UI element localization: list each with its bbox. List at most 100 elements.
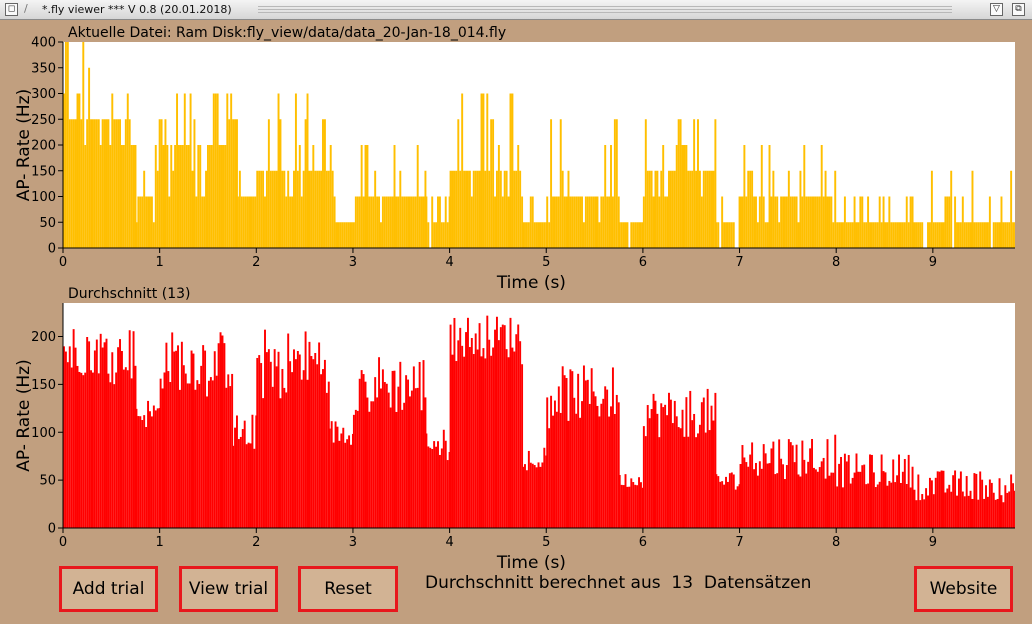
bar (843, 453, 846, 528)
bar (380, 222, 382, 248)
bar (517, 324, 520, 528)
bar (414, 196, 417, 248)
bar (809, 196, 812, 248)
bar (801, 440, 804, 528)
bar (702, 397, 705, 528)
bar (335, 222, 338, 248)
bar (965, 222, 968, 248)
bar (119, 119, 121, 248)
bar (358, 196, 361, 248)
bar (132, 145, 135, 248)
bar (863, 464, 866, 528)
bar (425, 196, 428, 248)
bar (524, 222, 526, 248)
bar (957, 478, 960, 528)
bar (229, 386, 232, 528)
bar (811, 438, 814, 528)
add-trial-button[interactable]: Add trial (59, 566, 158, 612)
bar (638, 222, 640, 248)
bar (776, 196, 779, 248)
bar (323, 359, 326, 528)
bar (865, 222, 868, 248)
bar (271, 386, 274, 528)
bar (652, 393, 655, 528)
x-tick-label: 6 (639, 535, 647, 550)
bar (559, 119, 562, 248)
bar (468, 170, 471, 248)
bar (721, 196, 724, 248)
bar (586, 196, 589, 248)
bar (567, 170, 570, 248)
bar (981, 222, 984, 248)
bar (613, 413, 616, 528)
bar (795, 196, 798, 248)
bar (225, 387, 228, 528)
bar (171, 332, 174, 528)
bar (327, 170, 330, 248)
bar (697, 433, 699, 528)
top-chart-title: Aktuelle Datei: Ram Disk:fly_view/data/d… (68, 25, 506, 41)
bar (435, 222, 438, 248)
bar (356, 196, 359, 248)
bar (706, 388, 709, 528)
bar (312, 145, 315, 248)
bar (193, 119, 196, 248)
bar (898, 222, 900, 248)
bar (169, 382, 172, 528)
bar (959, 471, 962, 528)
bar (822, 196, 825, 248)
bar (293, 170, 295, 248)
bar (97, 119, 100, 248)
bar (336, 426, 339, 528)
bar (838, 463, 841, 528)
bar (501, 196, 504, 248)
bar (141, 420, 144, 528)
x-tick-label: 0 (59, 535, 67, 550)
x-tick-label: 6 (639, 255, 647, 270)
bar (141, 196, 144, 248)
view-trial-button[interactable]: View trial (179, 566, 278, 612)
bar (741, 196, 744, 248)
bar (838, 222, 841, 248)
bar (243, 420, 246, 528)
bar (745, 462, 748, 528)
bar (495, 170, 498, 248)
bar (836, 222, 839, 248)
bar (596, 405, 599, 528)
bar (882, 471, 885, 528)
bar (82, 42, 85, 248)
bar (109, 382, 112, 528)
bar (154, 145, 157, 248)
website-button[interactable]: Website (914, 566, 1013, 612)
bar (354, 196, 357, 248)
bar (611, 196, 614, 248)
y-tick-label: 0 (48, 522, 56, 537)
bar (360, 370, 363, 528)
bar (988, 479, 991, 528)
bar (851, 222, 854, 248)
bar (370, 401, 373, 528)
bar (68, 119, 71, 248)
bar (105, 338, 108, 528)
bar (581, 401, 583, 528)
bar (395, 411, 398, 528)
bar (318, 342, 321, 528)
bar (207, 145, 209, 248)
bar (78, 93, 81, 248)
bar (598, 416, 601, 528)
bar (130, 378, 133, 528)
bar (117, 119, 120, 248)
bar (165, 342, 168, 528)
bar (343, 222, 346, 248)
bar (698, 424, 701, 528)
x-tick-label: 9 (929, 535, 937, 550)
bar (72, 329, 75, 528)
bar (352, 222, 355, 248)
reset-button[interactable]: Reset (298, 566, 398, 612)
bar (907, 454, 910, 528)
bar (618, 222, 621, 248)
bar (801, 196, 804, 248)
bar (279, 398, 282, 528)
bar (535, 222, 538, 248)
bar (381, 369, 384, 528)
